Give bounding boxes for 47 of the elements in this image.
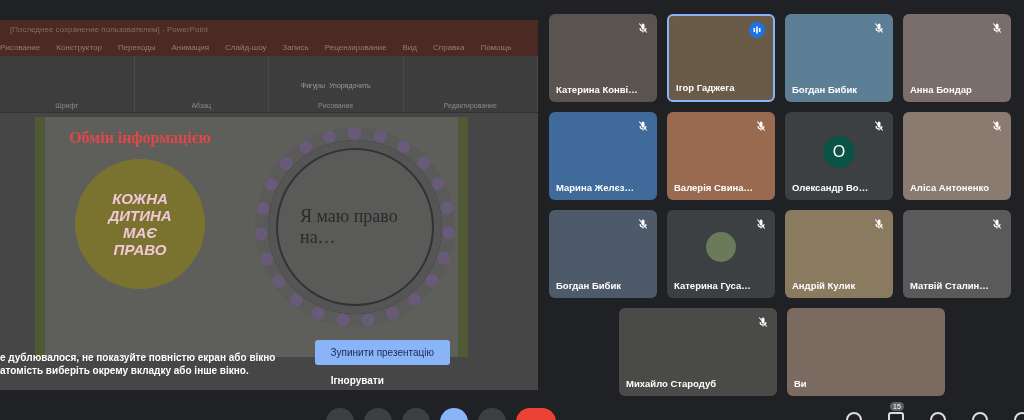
participant-tile[interactable]: Катерина Гуса… xyxy=(667,210,775,298)
stop-presenting-button[interactable]: Зупинити презентацію xyxy=(314,340,450,365)
slide-heading: Обмін інформацією xyxy=(69,129,211,147)
photo-placeholder xyxy=(706,232,736,262)
ignore-button[interactable]: Ігнорувати xyxy=(330,375,384,386)
ribbon-tab[interactable]: Переходы xyxy=(117,42,156,52)
participant-name: Михайло Стародуб xyxy=(626,378,717,389)
participant-tile[interactable]: Анна Бондар xyxy=(903,14,1011,102)
participant-tile[interactable]: Марина Желєз… xyxy=(549,112,657,200)
participant-name: Аліса Антоненко xyxy=(910,182,989,193)
participant-name: Ви xyxy=(794,378,807,389)
audio-level-icon xyxy=(749,22,765,38)
participant-tile[interactable]: Катерина Конві… xyxy=(549,14,657,102)
participant-tile[interactable]: Ви xyxy=(787,308,945,396)
participant-name: Олександр Во… xyxy=(792,182,869,193)
ribbon-tab[interactable]: Конструктор xyxy=(56,42,102,52)
participant-name: Ігор Гаджега xyxy=(676,82,735,93)
participant-tile[interactable]: Богдан Бибик xyxy=(549,210,657,298)
participant-name: Богдан Бибик xyxy=(792,84,858,95)
warning-text: атомість виберіть окрему вкладку або інше вікно. xyxy=(0,365,250,376)
participant-name: Андрій Кулик xyxy=(792,280,856,291)
participant-tile[interactable]: Валерія Свина… xyxy=(667,112,775,200)
ribbon-tab[interactable]: Помощь xyxy=(480,42,512,52)
participant-tile[interactable]: Матвій Сталин… xyxy=(903,210,1011,298)
participant-tile[interactable]: Ігор Гаджега xyxy=(667,14,775,102)
participant-name: Катерина Конві… xyxy=(556,84,638,95)
ribbon-tab[interactable]: Рецензирование xyxy=(324,42,387,52)
participant-name: Анна Бондар xyxy=(910,84,972,95)
participant-tile[interactable]: Андрій Кулик xyxy=(785,210,893,298)
avatar-circle: О xyxy=(823,136,855,168)
participant-name: Матвій Сталин… xyxy=(910,280,989,291)
warning-text: е дублювалося, не показуйте повністю екран або вікно xyxy=(0,352,276,363)
participant-tile[interactable]: Богдан Бибик xyxy=(785,14,893,102)
ribbon-tab[interactable]: Слайд-шоу xyxy=(225,42,267,52)
ribbon-tab[interactable]: Рисование xyxy=(0,42,41,52)
participant-tile[interactable]: Аліса Антоненко xyxy=(903,112,1011,200)
participant-name: Катерина Гуса… xyxy=(674,280,751,291)
ribbon-tab[interactable]: Вид xyxy=(402,42,417,52)
participant-name: Валерія Свина… xyxy=(674,182,754,193)
participant-name: Богдан Бибик xyxy=(556,280,622,291)
participant-tile[interactable]: Михайло Стародуб xyxy=(619,308,777,396)
ribbon-tab[interactable]: Запись xyxy=(282,42,309,52)
participant-tile[interactable]: О Олександр Во… xyxy=(785,112,893,200)
ribbon-tab[interactable]: Анимация xyxy=(171,42,209,52)
participant-name: Марина Желєз… xyxy=(556,182,634,193)
slide-badge: КОЖНА ДИТИНА МАЄ ПРАВО xyxy=(75,159,205,289)
ribbon-tab[interactable]: Справка xyxy=(433,42,465,52)
